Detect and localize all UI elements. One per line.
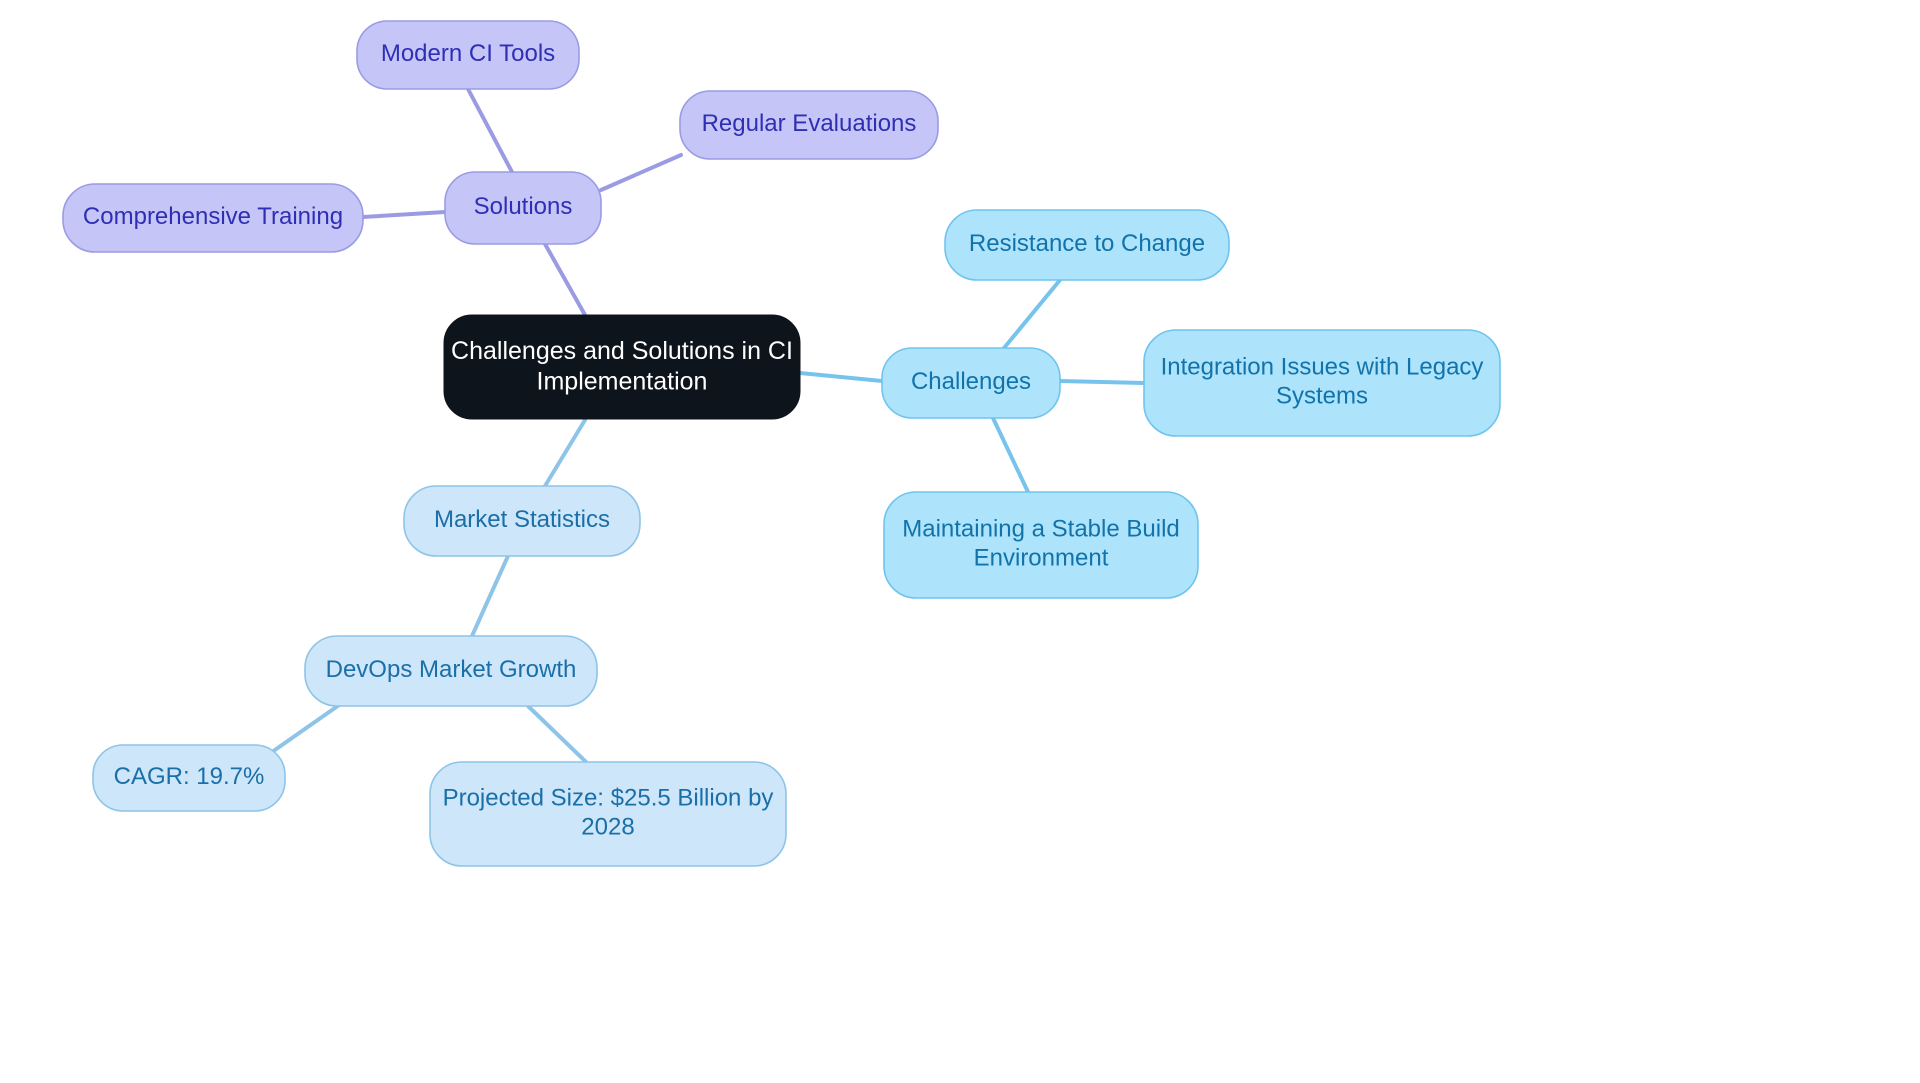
- node-devops-market-growth[interactable]: DevOps Market Growth: [304, 635, 598, 707]
- node-integration-issues-legacy[interactable]: Integration Issues with Legacy Systems: [1143, 329, 1501, 437]
- edge-solutions-modern-ci-tools: [466, 87, 514, 174]
- node-label-line: Environment: [974, 545, 1109, 572]
- node-label-line: Implementation: [537, 367, 708, 395]
- edge-root-challenges: [798, 371, 884, 383]
- edge-market-statistics-devops: [470, 554, 510, 638]
- node-label-line: Regular Evaluations: [702, 110, 917, 137]
- node-root[interactable]: Challenges and Solutions in CI Implementa…: [443, 314, 801, 420]
- node-projected-size[interactable]: Projected Size: $25.5 Billion by 2028: [429, 761, 787, 867]
- node-label-line: 2028: [581, 814, 634, 841]
- node-label-line: Challenges and Solutions in CI: [451, 336, 793, 364]
- node-cagr[interactable]: CAGR: 19.7%: [92, 744, 286, 812]
- node-label-comprehensive-training: Comprehensive Training: [83, 203, 343, 230]
- node-label-line: DevOps Market Growth: [326, 656, 577, 683]
- edge-devops-cagr: [270, 701, 344, 754]
- node-label-resistance-to-change: Resistance to Change: [969, 230, 1205, 257]
- node-label-line: Resistance to Change: [969, 230, 1205, 257]
- mindmap-canvas: Challenges and Solutions in CI Implementa…: [0, 0, 1920, 1083]
- mindmap-svg: Challenges and Solutions in CI Implementa…: [62, 20, 1501, 867]
- node-label-line: Challenges: [911, 368, 1031, 395]
- node-label-line: Solutions: [474, 193, 573, 220]
- node-challenges[interactable]: Challenges: [881, 347, 1061, 419]
- edge-challenges-stable-build: [991, 416, 1030, 494]
- edge-devops-projected-size: [526, 704, 588, 764]
- node-comprehensive-training[interactable]: Comprehensive Training: [62, 183, 364, 253]
- node-label-line: Comprehensive Training: [83, 203, 343, 230]
- node-regular-evaluations[interactable]: Regular Evaluations: [679, 90, 939, 160]
- node-label-line: Systems: [1276, 383, 1368, 410]
- node-modern-ci-tools[interactable]: Modern CI Tools: [356, 20, 580, 90]
- nodes-layer: Challenges and Solutions in CI Implementa…: [62, 20, 1501, 867]
- edge-solutions-comprehensive-training: [361, 210, 447, 219]
- node-stable-build-environment[interactable]: Maintaining a Stable Build Environment: [883, 491, 1199, 599]
- edge-root-solutions: [543, 242, 587, 317]
- edge-root-market-statistics: [543, 418, 587, 488]
- node-label-challenges: Challenges: [911, 368, 1031, 395]
- node-label-line: Modern CI Tools: [381, 40, 555, 67]
- node-label-line: Integration Issues with Legacy: [1161, 354, 1484, 381]
- node-label-solutions: Solutions: [474, 193, 573, 220]
- node-label-line: Market Statistics: [434, 506, 610, 533]
- node-resistance-to-change[interactable]: Resistance to Change: [944, 209, 1230, 281]
- node-label-devops-market-growth: DevOps Market Growth: [326, 656, 577, 683]
- edge-challenges-resistance: [1002, 278, 1062, 350]
- node-label-line: Projected Size: $25.5 Billion by: [443, 785, 774, 812]
- node-market-statistics[interactable]: Market Statistics: [403, 485, 641, 557]
- node-label-line: Maintaining a Stable Build: [902, 516, 1180, 543]
- node-solutions[interactable]: Solutions: [444, 171, 602, 245]
- node-label-cagr: CAGR: 19.7%: [114, 763, 265, 790]
- node-label-market-statistics: Market Statistics: [434, 506, 610, 533]
- node-label-line: CAGR: 19.7%: [114, 763, 265, 790]
- edge-solutions-regular-evaluations: [599, 153, 683, 192]
- node-label-regular-evaluations: Regular Evaluations: [702, 110, 917, 137]
- node-label-modern-ci-tools: Modern CI Tools: [381, 40, 555, 67]
- edge-challenges-integration: [1058, 379, 1146, 385]
